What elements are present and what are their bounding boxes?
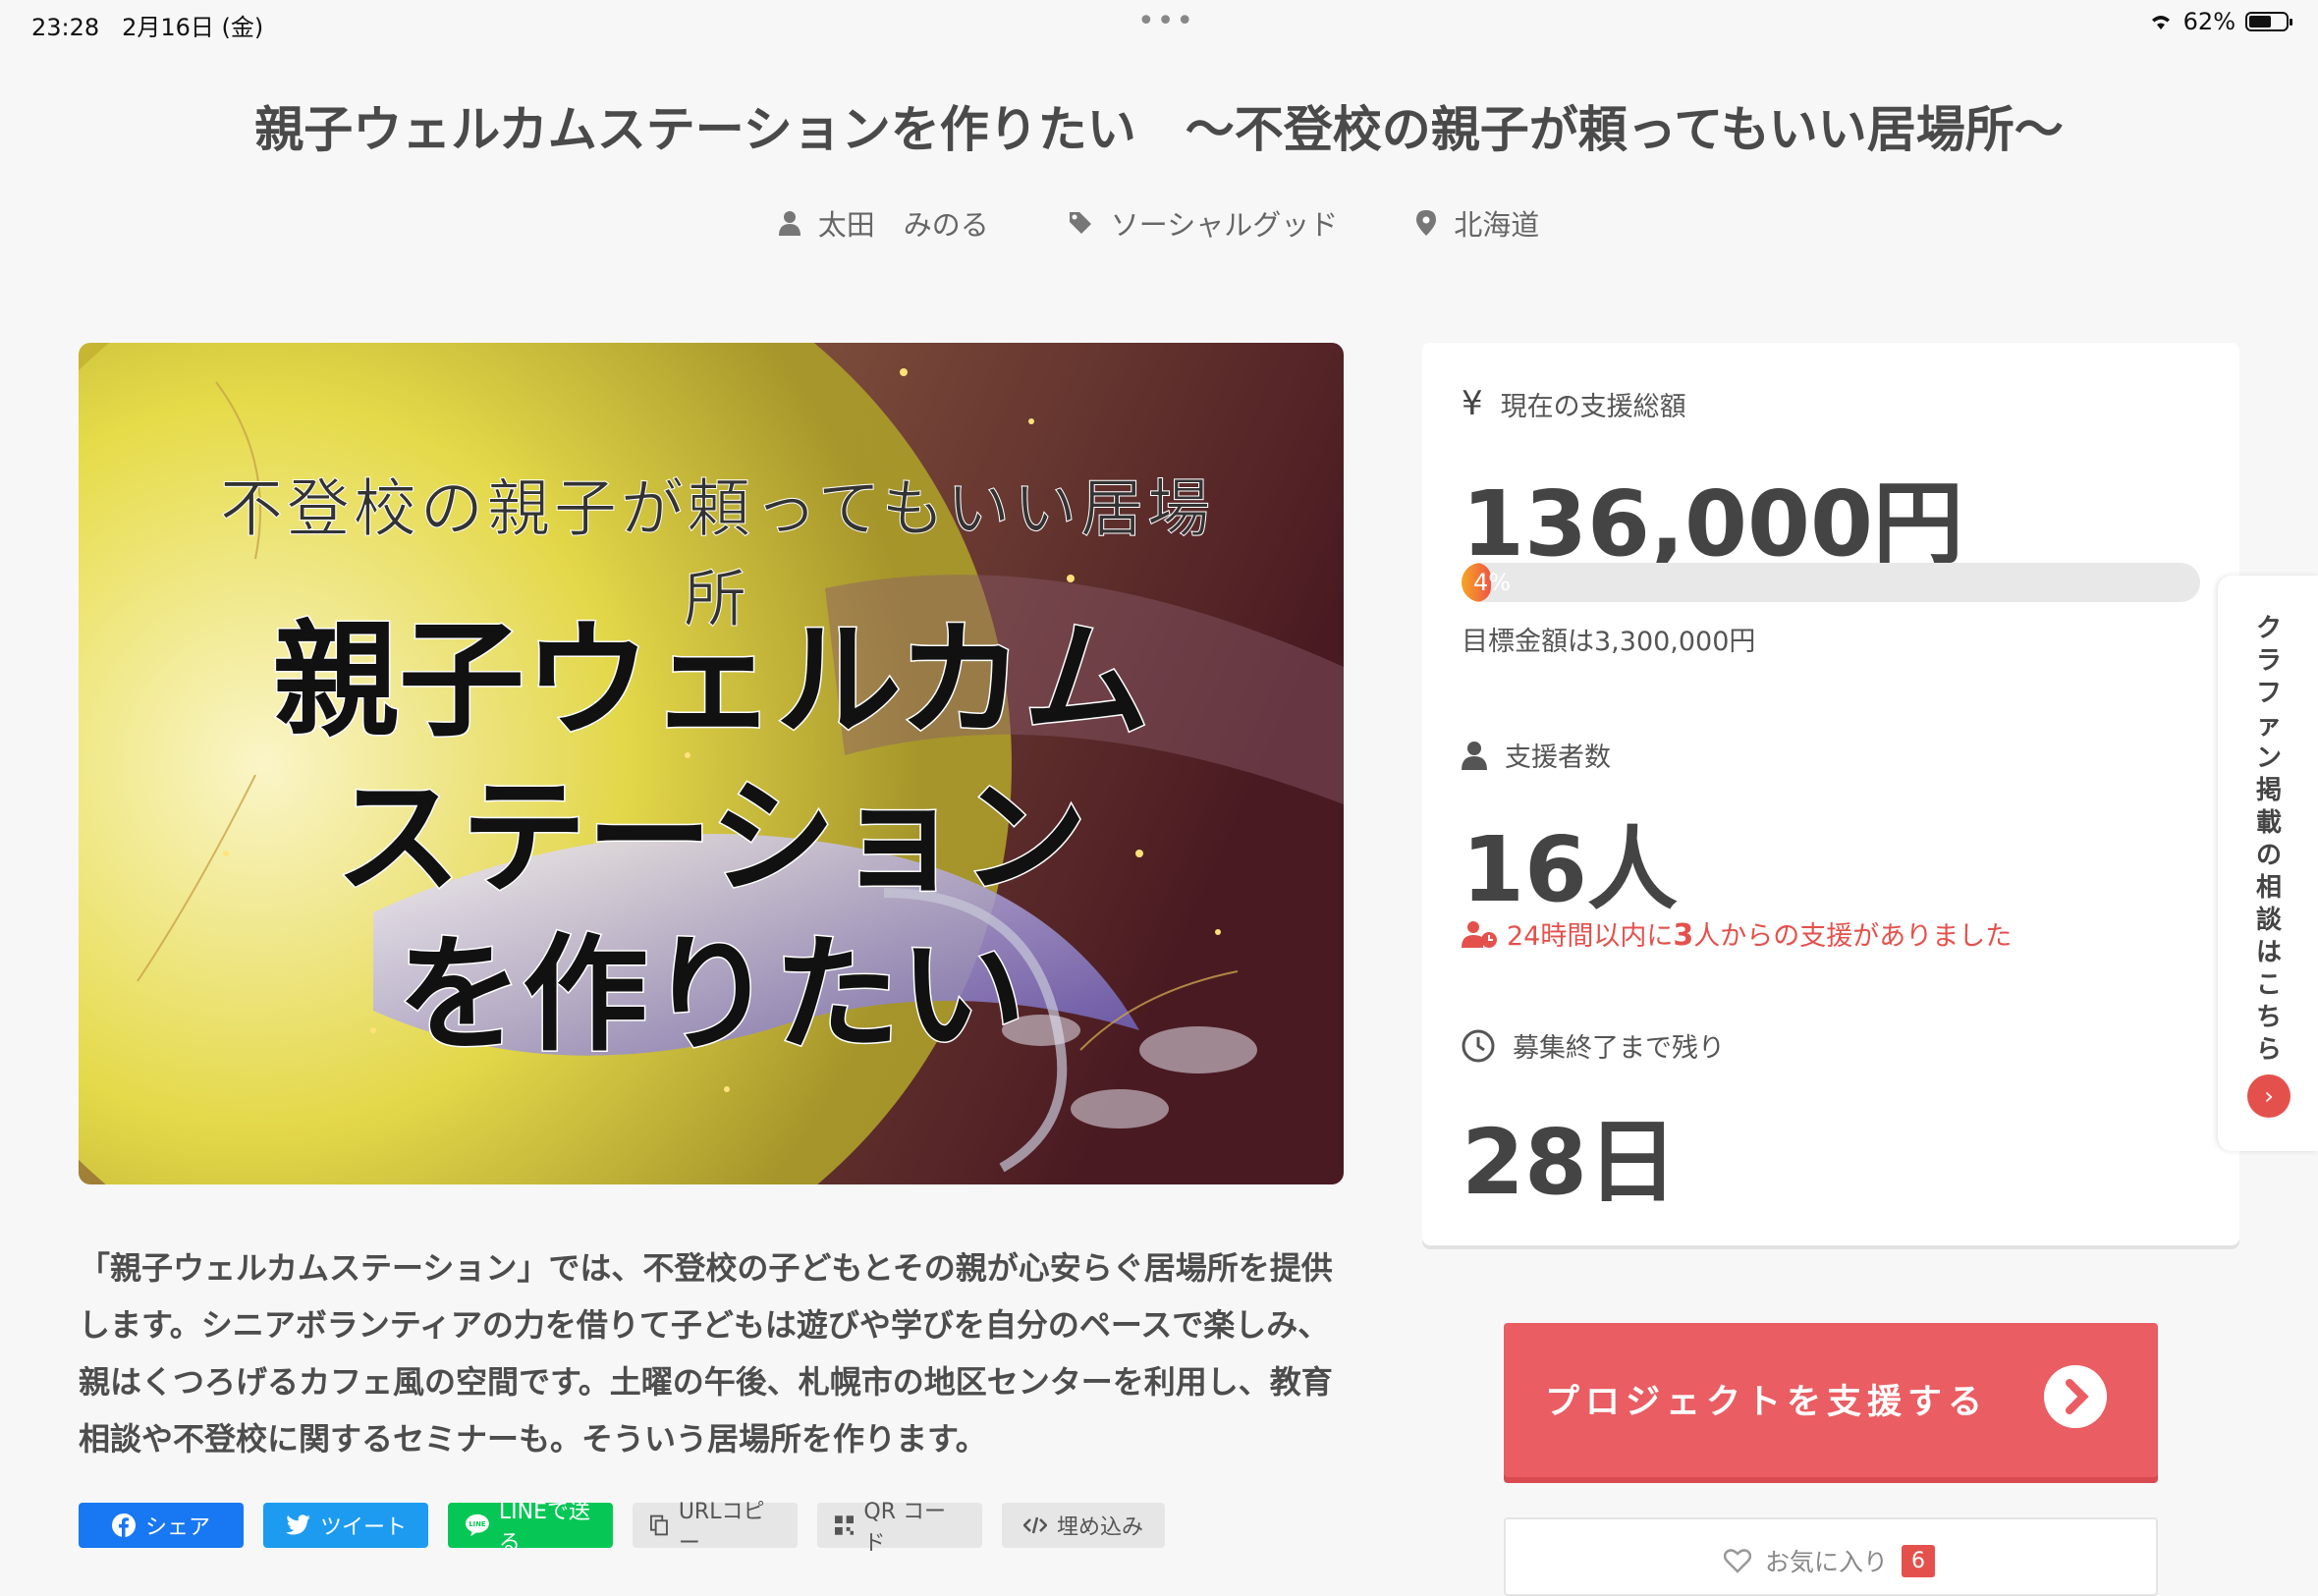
location[interactable]: 北海道 bbox=[1416, 202, 1539, 244]
favorite-label: お気に入り bbox=[1765, 1548, 1889, 1576]
recent-support-notice: 24時間以内に3人からの支援がありました bbox=[1462, 914, 2012, 953]
consult-tab-label: クラファン掲載の相談はこちら bbox=[2255, 614, 2282, 1065]
user-icon bbox=[1462, 741, 1487, 770]
facebook-share-button[interactable]: シェア bbox=[79, 1503, 244, 1548]
embed-button[interactable]: 埋め込み bbox=[1002, 1503, 1165, 1548]
battery-percent: 62% bbox=[2182, 8, 2235, 35]
hero-title-line2: ステーション bbox=[334, 764, 1088, 913]
status-right: 62% bbox=[2148, 8, 2292, 35]
amount-label: ¥ 現在の支援総額 bbox=[1462, 384, 1686, 423]
share-buttons: シェア ツイート LINE LINEで送る URLコピー QR コード 埋め込み bbox=[79, 1500, 1165, 1556]
hero-title-line1: 親子ウェルカム bbox=[271, 607, 1150, 756]
owner-name: 太田 みのる bbox=[817, 208, 989, 242]
crowdfunding-consult-tab[interactable]: クラファン掲載の相談はこちら › bbox=[2218, 576, 2318, 1151]
tag-icon bbox=[1069, 212, 1091, 234]
location-name: 北海道 bbox=[1454, 208, 1540, 242]
hero-title-line3: を作りたい bbox=[395, 921, 1026, 1071]
map-pin-icon bbox=[1416, 210, 1437, 236]
copy-icon bbox=[650, 1514, 668, 1536]
project-meta: 太田 みのる ソーシャルグッド 北海道 bbox=[0, 202, 2318, 244]
yen-icon: ¥ bbox=[1462, 384, 1483, 423]
url-copy-button[interactable]: URLコピー bbox=[633, 1500, 798, 1556]
funding-stats-card: ¥ 現在の支援総額 136,000円 4% 目標金額は3,300,000円 支援… bbox=[1422, 343, 2239, 1245]
progress-bar: 4% bbox=[1462, 563, 2200, 602]
favorite-button[interactable]: お気に入り 6 bbox=[1504, 1517, 2158, 1596]
line-send-button[interactable]: LINE LINEで送る bbox=[448, 1500, 613, 1556]
owner[interactable]: 太田 みのる bbox=[778, 202, 989, 244]
twitter-bird-icon bbox=[285, 1514, 310, 1535]
project-hero-image: 不登校の親子が頼ってもいい居場所 親子ウェルカム ステーション を作りたい bbox=[79, 343, 1344, 1184]
category-name: ソーシャルグッド bbox=[1110, 208, 1339, 242]
chevron-right-icon: › bbox=[2247, 1074, 2290, 1118]
clock-icon bbox=[1462, 1029, 1495, 1062]
backers-count: 16人 bbox=[1462, 817, 1679, 922]
status-time: 23:28 2月16日 (金) bbox=[31, 14, 264, 41]
svg-text:LINE: LINE bbox=[469, 1520, 486, 1528]
progress-percent: 4% bbox=[1473, 569, 1512, 596]
facebook-icon bbox=[111, 1513, 136, 1537]
wifi-icon bbox=[2151, 16, 2170, 29]
battery-icon bbox=[2245, 12, 2292, 31]
favorite-count: 6 bbox=[1902, 1544, 1936, 1577]
chevron-right-circle-icon bbox=[2044, 1365, 2107, 1428]
category[interactable]: ソーシャルグッド bbox=[1068, 202, 1338, 244]
remaining-label: 募集終了まで残り bbox=[1462, 1026, 1725, 1065]
multitasking-dots-icon[interactable]: ••• bbox=[1137, 4, 1195, 38]
status-bar: 23:28 2月16日 (金) ••• 62% bbox=[0, 0, 2318, 47]
page-title: 親子ウェルカムステーションを作りたい ～不登校の親子が頼ってもいい居場所～ bbox=[254, 101, 2064, 158]
twitter-tweet-button[interactable]: ツイート bbox=[263, 1503, 428, 1548]
remaining-days: 28日 bbox=[1462, 1110, 1679, 1215]
backers-label: 支援者数 bbox=[1462, 736, 1611, 774]
heart-icon bbox=[1724, 1549, 1751, 1573]
code-icon bbox=[1022, 1516, 1047, 1534]
qr-code-button[interactable]: QR コード bbox=[817, 1500, 982, 1556]
support-button-label: プロジェクトを支援する bbox=[1545, 1383, 1989, 1422]
goal-amount: 目標金額は3,300,000円 bbox=[1462, 627, 1756, 657]
line-icon: LINE bbox=[466, 1513, 489, 1537]
project-description: 「親子ウェルカムステーション」では、不登校の子どもとその親が心安らぐ居場所を提供… bbox=[79, 1249, 1333, 1458]
user-icon bbox=[778, 211, 800, 236]
user-clock-icon bbox=[1462, 920, 1497, 948]
support-project-button[interactable]: プロジェクトを支援する bbox=[1504, 1323, 2158, 1477]
qr-code-icon bbox=[835, 1515, 855, 1535]
